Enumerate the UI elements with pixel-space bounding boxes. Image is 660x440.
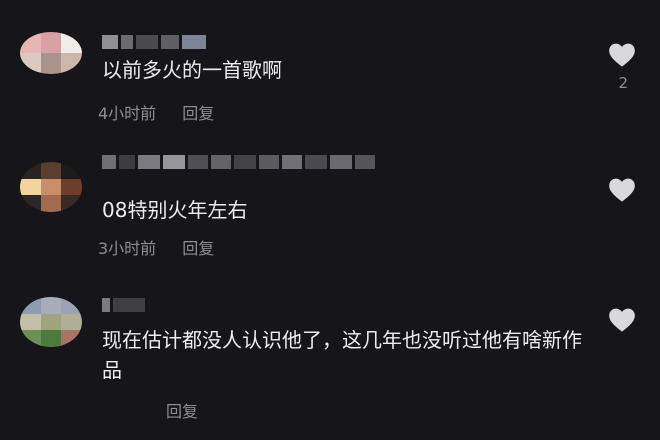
- comment-meta: 3小时前 回复: [98, 235, 214, 259]
- comment-text: 现在估计都没人认识他了，这几年也没听过他有啥新作品: [102, 328, 582, 382]
- avatar[interactable]: [20, 32, 82, 74]
- comment-text: 以前多火的一首歌啊: [102, 58, 282, 82]
- reply-button[interactable]: 回复: [166, 398, 198, 422]
- heart-icon[interactable]: [608, 42, 636, 68]
- username-blurred[interactable]: [102, 34, 206, 50]
- heart-icon[interactable]: [608, 177, 636, 203]
- comment-time: 3小时前: [98, 239, 157, 258]
- reply-button[interactable]: 回复: [182, 235, 214, 259]
- username-blurred[interactable]: [102, 154, 375, 170]
- avatar[interactable]: [20, 297, 82, 347]
- comment-text: 08特别火年左右: [102, 198, 248, 222]
- reply-button[interactable]: 回复: [182, 100, 214, 124]
- comment-time: 4小时前: [98, 104, 157, 123]
- comment-meta: 4小时前 回复: [98, 100, 214, 124]
- heart-icon[interactable]: [608, 307, 636, 333]
- avatar[interactable]: [20, 162, 82, 212]
- like-count: 2: [618, 74, 628, 92]
- comment-meta: 回复: [166, 398, 198, 422]
- username-blurred[interactable]: [102, 297, 145, 313]
